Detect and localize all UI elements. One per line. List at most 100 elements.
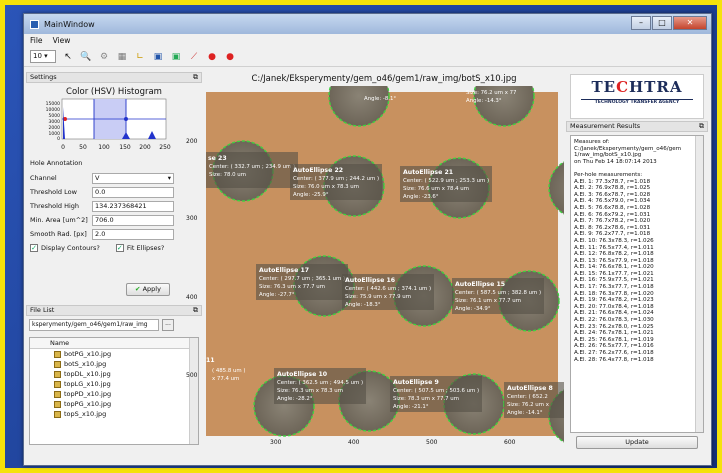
image-file-icon (54, 380, 61, 388)
ellipse-label: AutoEllipse 21 Center: ( 522.9 um ; 253.3… (400, 166, 492, 202)
results-header-line: C:/Janek/Eksperymenty/gem_o46/gem (574, 145, 682, 152)
results-row: A.El. 14: 76.6x78.1, r=1.020 (574, 264, 654, 271)
ellipse-label-text: Size: 75.9 um x 77.9 um (345, 294, 411, 300)
smooth-label: Smooth Rad. [px] (30, 230, 87, 238)
close-button[interactable]: ✕ (673, 16, 707, 30)
results-row: A.El. 9: 76.2x77.7, r=1.018 (574, 231, 651, 238)
list-item[interactable]: topS_x10.jpg (30, 409, 198, 419)
browse-button[interactable]: ... (162, 319, 174, 331)
settings-panel: Settings ⧉ Color (HSV) Histogram 15000 10… (26, 72, 202, 255)
y-tick: 500 (186, 372, 198, 379)
file-tree: Name botPG_x10.jpg botS_x10.jpg topDL_x1… (29, 337, 199, 445)
results-header-line: Per-hole measurements: (574, 171, 643, 178)
list-item[interactable]: topPG_x10.jpg (30, 399, 198, 409)
name-column-header[interactable]: Name (30, 338, 198, 349)
grid-icon[interactable]: ▦ (116, 51, 128, 63)
results-row: A.El. 17: 76.3x77.7, r=1.018 (574, 284, 654, 291)
x-tick: 600 (504, 439, 516, 446)
ellipse-label-text: Angle: -28.2° (277, 396, 313, 402)
results-header-line: 1/raw_img/botS_x10.jpg (574, 152, 642, 159)
dock-icon[interactable]: ⧉ (193, 306, 198, 315)
image-title: C:/Janek/Eksperymenty/gem_o46/gem1/raw_i… (251, 74, 517, 84)
hole-annotation-label: Hole Annotation (30, 159, 83, 167)
channel-select[interactable]: V ▾ (92, 172, 174, 184)
settings-title: Settings ⧉ (26, 72, 202, 83)
results-row: A.El. 10: 76.3x78.3, r=1.026 (574, 237, 654, 244)
x-tick: 400 (348, 439, 360, 446)
ellipse-label-text: AutoEllipse 15 (455, 281, 505, 288)
save-as-icon[interactable]: ▣ (170, 51, 182, 63)
menu-bar: File View (24, 34, 711, 47)
ellipse-label-text: Angle: -18.3° (345, 302, 381, 308)
results-row: A.El. 18: 76.3x77.8, r=1.020 (574, 290, 654, 297)
ellipse-label-text: Center: ( 297.7 um ; 365.1 um ) (259, 276, 345, 282)
image-canvas[interactable]: Center: ( 332.7 um ; 234.9 um ) Size: 78.… (191, 65, 610, 450)
dock-icon[interactable]: ⧉ (699, 122, 704, 131)
list-item[interactable]: topDL_x10.jpg (30, 369, 198, 379)
menu-file[interactable]: File (30, 36, 43, 45)
ellipse-icon[interactable]: ● (206, 51, 218, 63)
check-icon: ✔ (135, 285, 141, 293)
results-row: A.El. 7: 76.7x78.2, r=1.020 (574, 218, 651, 225)
threshold-low-field[interactable]: 0.0 (92, 186, 174, 198)
ellipse-label-text: Center: ( 652.2 (507, 394, 548, 400)
ellipse-label-text: se 23 (208, 155, 227, 162)
path-input[interactable]: ksperymenty/gem_o46/gem1/raw_img (29, 319, 159, 331)
dock-icon[interactable]: ⧉ (193, 73, 198, 82)
ellipse-label-text: Center: ( 362.5 um ; 494.5 um ) (277, 380, 363, 386)
menu-view[interactable]: View (53, 36, 71, 45)
results-row: A.El. 26: 76.5x77.7, r=1.016 (574, 343, 654, 350)
pointer-icon[interactable]: ↖ (62, 51, 74, 63)
ellipse-label-text: Size: 76.6 um x 78.4 um (403, 186, 469, 192)
results-scrollbar[interactable] (695, 136, 703, 432)
file-list-scrollbar[interactable] (189, 338, 198, 444)
list-item[interactable]: topPD_x10.jpg (30, 389, 198, 399)
image-file-icon (54, 370, 61, 378)
results-row: A.El. 28: 76.4x77.8, r=1.018 (574, 356, 654, 363)
hist-ytick: 15000 (46, 101, 60, 107)
zoom-select[interactable]: 10 ▾ (30, 50, 56, 63)
gear-icon[interactable]: ⚙ (98, 51, 110, 63)
x-tick: 300 (270, 439, 282, 446)
min-area-row: Min. Area [um^2] 706.0 (26, 213, 202, 227)
ruler-icon[interactable]: ∟ (134, 51, 146, 63)
threshold-high-row: Threshold High 134.237368421 (26, 199, 202, 213)
ellipse-label-text: AutoEllipse 17 (259, 267, 309, 274)
maximize-button[interactable]: □ (652, 16, 672, 30)
fit-ellipses-label: Fit Ellipses? (126, 244, 165, 252)
fit-ellipses-checkbox[interactable]: ✓ Fit Ellipses? (115, 244, 165, 252)
list-item[interactable]: topLG_x10.jpg (30, 379, 198, 389)
techtra-logo: TECHTRA TECHNOLOGY TRANSFER AGENCY (570, 74, 704, 119)
list-item[interactable]: botS_x10.jpg (30, 359, 198, 369)
hist-ytick: 5000 (49, 113, 61, 119)
apply-button[interactable]: ✔ Apply (126, 283, 170, 296)
threshold-high-field[interactable]: 134.237368421 (92, 200, 174, 212)
ellipse-add-icon[interactable]: ● (224, 51, 236, 63)
ellipse-label-text: Size: 76.3 um x 78.3 um (277, 388, 343, 394)
display-contours-checkbox[interactable]: ✓ Display Contours? (30, 244, 100, 252)
image-file-icon (54, 360, 61, 368)
zoom-icon[interactable]: 🔍 (80, 51, 92, 63)
apply-label: Apply (142, 285, 161, 293)
channel-row: Channel V ▾ (26, 171, 202, 185)
save-icon[interactable]: ▣ (152, 51, 164, 63)
window-title: MainWindow (44, 19, 95, 29)
minimize-button[interactable]: – (631, 16, 651, 30)
results-row: A.El. 19: 76.4x78.2, r=1.023 (574, 297, 654, 304)
ellipse-label: AutoEllipse 16 Center: ( 442.6 um ; 374.1… (342, 274, 434, 310)
results-row: A.El. 15: 76.1x77.7, r=1.021 (574, 270, 654, 277)
results-text[interactable]: Measures of: C:/Janek/Eksperymenty/gem_o4… (570, 135, 704, 433)
results-row: A.El. 16: 75.9x77.5, r=1.021 (574, 277, 654, 284)
update-button[interactable]: Update (576, 436, 698, 449)
results-row: A.El. 13: 76.5x77.9, r=1.018 (574, 257, 654, 264)
chevron-down-icon: ▾ (167, 173, 171, 182)
min-area-field[interactable]: 706.0 (92, 214, 174, 226)
smooth-field[interactable]: 2.0 (92, 228, 174, 240)
results-row: A.El. 22: 76.0x78.3, r=1.030 (574, 317, 654, 324)
channel-value: V (95, 173, 100, 182)
histogram-chart: 15000 10000 5000 3000 2000 1000 0 0 50 1… (46, 98, 171, 151)
list-item[interactable]: botPG_x10.jpg (30, 349, 198, 359)
results-row: A.El. 25: 76.6x78.1, r=1.019 (574, 336, 654, 343)
ellipse-label-text: AutoEllipse 21 (403, 169, 453, 176)
measure-icon[interactable]: ⟋ (188, 51, 200, 63)
